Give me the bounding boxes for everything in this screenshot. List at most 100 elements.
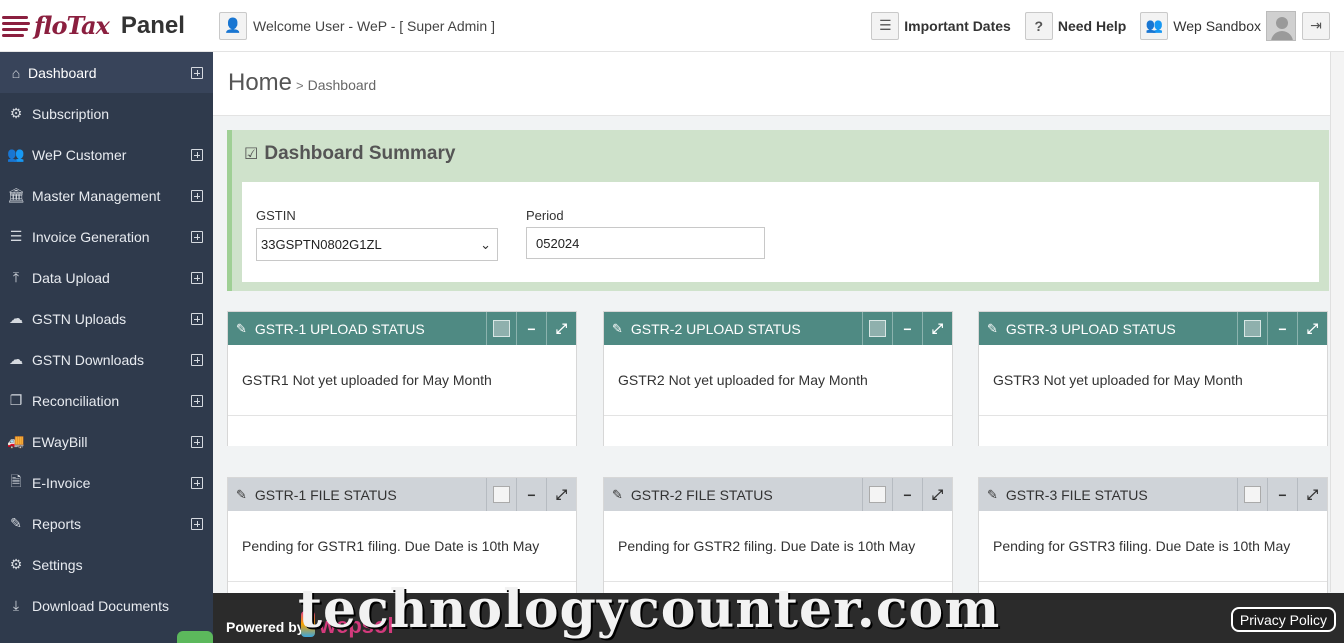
color-square-icon (1244, 320, 1261, 337)
card-title: GSTR-2 FILE STATUS (630, 486, 773, 503)
expand-plus-icon[interactable] (191, 271, 203, 284)
fullscreen-button[interactable]: ⤢ (1297, 312, 1327, 345)
collapse-button[interactable]: − (892, 312, 922, 345)
expand-plus-icon[interactable] (191, 517, 203, 530)
card-header: ✎ GSTR-3 UPLOAD STATUS − ⤢ (979, 312, 1327, 345)
fullscreen-button[interactable]: ⤢ (922, 312, 952, 345)
card-tools: − ⤢ (862, 478, 952, 511)
user-icon[interactable]: 👤 (219, 11, 247, 40)
sidebar-item-label: Reconciliation (32, 392, 120, 409)
sidebar-item-master-management[interactable]: 🏛 Master Management (0, 175, 213, 216)
sidebar-item-settings[interactable]: ⚙ Settings (0, 544, 213, 585)
sidebar-item-label: Invoice Generation (32, 228, 150, 245)
sidebar-item-invoice-generation[interactable]: ☰ Invoice Generation (0, 216, 213, 257)
expand-plus-icon[interactable] (191, 312, 203, 325)
chat-bubble-icon[interactable] (177, 631, 213, 643)
download-icon: ⤓ (12, 597, 20, 613)
expand-plus-icon[interactable] (191, 148, 203, 161)
fullscreen-button[interactable]: ⤢ (546, 478, 576, 511)
vertical-scrollbar[interactable] (1330, 52, 1344, 592)
sidebar-item-download-documents[interactable]: ⤓ Download Documents (0, 585, 213, 626)
important-dates-link[interactable]: ☰ Important Dates (871, 11, 1011, 40)
brand-logo[interactable]: floTax Panel (0, 0, 213, 52)
watermark-text: technologycounter.com (298, 579, 1001, 640)
sidebar-item-subscription[interactable]: ⚙ Subscription (0, 93, 213, 134)
color-square-icon (1244, 486, 1261, 503)
collapse-button[interactable]: − (1267, 312, 1297, 345)
fullscreen-button[interactable]: ⤢ (1297, 478, 1327, 511)
card-header: ✎ GSTR-1 FILE STATUS − ⤢ (228, 478, 576, 511)
avatar[interactable] (1266, 10, 1296, 41)
expand-icon: ⤢ (931, 486, 944, 502)
collapse-button[interactable]: − (1267, 478, 1297, 511)
card-tools: − ⤢ (486, 478, 576, 511)
account-menu[interactable]: 👥 Wep Sandbox (1140, 10, 1296, 41)
sidebar-item-e-invoice[interactable]: 🗎 E-Invoice (0, 462, 213, 503)
collapse-button[interactable]: − (892, 478, 922, 511)
upload-icon: ⤒ (12, 269, 20, 285)
sidebar-item-gstn-uploads[interactable]: ☁ GSTN Uploads (0, 298, 213, 339)
clone-icon: ❐ (9, 392, 23, 408)
period-input[interactable]: 052024 (526, 227, 765, 259)
logo-panel-label: Panel (120, 11, 185, 39)
color-toggle-button[interactable] (486, 312, 516, 345)
fullscreen-button[interactable]: ⤢ (922, 478, 952, 511)
sidebar-item-gstn-downloads[interactable]: ☁ GSTN Downloads (0, 339, 213, 380)
sidebar-item-label: GSTN Downloads (32, 351, 145, 368)
sidebar-item-wep-customer[interactable]: 👥 WeP Customer (0, 134, 213, 175)
color-toggle-button[interactable] (1237, 478, 1267, 511)
welcome-text: Welcome User - WeP - [ Super Admin ] (253, 17, 495, 34)
gstr-1-upload-status-card: ✎ GSTR-1 UPLOAD STATUS − ⤢ GSTR1 Not yet upl… (227, 311, 577, 446)
logo-stripes-icon (2, 13, 32, 39)
account-name: Wep Sandbox (1173, 17, 1261, 34)
color-toggle-button[interactable] (1237, 312, 1267, 345)
check-square-icon: ☑ (244, 146, 259, 163)
logo-name: floTax (34, 11, 110, 40)
fullscreen-button[interactable]: ⤢ (546, 312, 576, 345)
sidebar-item-dashboard[interactable]: ⌂ Dashboard (0, 52, 213, 93)
privacy-policy-label: Privacy Policy (1239, 611, 1327, 628)
expand-plus-icon[interactable] (191, 353, 203, 366)
sidebar-item-ewaybill[interactable]: 🚚 EWayBill (0, 421, 213, 462)
card-body: Pending for GSTR2 filing. Due Date is 10… (618, 538, 916, 554)
expand-plus-icon[interactable] (191, 394, 203, 407)
gstr-3-upload-status-card: ✎ GSTR-3 UPLOAD STATUS − ⤢ GSTR3 Not yet upl… (978, 311, 1328, 446)
need-help-link[interactable]: ? Need Help (1024, 11, 1126, 40)
expand-plus-icon[interactable] (191, 66, 203, 79)
sidebar-item-reconciliation[interactable]: ❐ Reconciliation (0, 380, 213, 421)
privacy-policy-button[interactable]: Privacy Policy (1230, 607, 1336, 632)
logout-icon[interactable]: ⇥ (1302, 11, 1330, 40)
sidebar-item-label: Download Documents (32, 597, 169, 614)
sidebar-item-data-upload[interactable]: ⤒ Data Upload (0, 257, 213, 298)
cloud-download-icon: ☁ (9, 351, 23, 367)
color-toggle-button[interactable] (862, 312, 892, 345)
color-toggle-button[interactable] (486, 478, 516, 511)
card-tools: − ⤢ (1237, 478, 1327, 511)
collapse-button[interactable]: − (516, 312, 546, 345)
color-toggle-button[interactable] (862, 478, 892, 511)
users-icon: 👥 (7, 146, 25, 162)
color-square-icon (869, 486, 886, 503)
edit-icon: ✎ (987, 486, 998, 502)
card-title: GSTR-3 FILE STATUS (1005, 486, 1148, 503)
page-title: Home (228, 69, 293, 96)
expand-plus-icon[interactable] (191, 476, 203, 489)
minus-icon: − (1278, 486, 1287, 503)
color-square-icon (493, 486, 510, 503)
collapse-button[interactable]: − (516, 478, 546, 511)
sidebar-item-reports[interactable]: ✎ Reports (0, 503, 213, 544)
summary-form: GSTIN 33GSPTN0802G1ZL ⌄ Period 052024 (242, 182, 1319, 282)
expand-plus-icon[interactable] (191, 435, 203, 448)
sidebar-item-label: Master Management (32, 187, 161, 204)
card-body: Pending for GSTR1 filing. Due Date is 10… (242, 538, 540, 554)
card-body: Pending for GSTR3 filing. Due Date is 10… (993, 538, 1291, 554)
minus-icon: − (527, 320, 536, 337)
main-content: Home > Dashboard ☑ Dashboard Summary GST… (213, 53, 1344, 612)
expand-plus-icon[interactable] (191, 230, 203, 243)
card-header: ✎ GSTR-2 UPLOAD STATUS − ⤢ (604, 312, 952, 345)
gstin-select[interactable]: 33GSPTN0802G1ZL ⌄ (256, 228, 498, 261)
minus-icon: − (1278, 320, 1287, 337)
chevron-down-icon: ⌄ (480, 237, 491, 252)
sidebar-nav: ⌂ Dashboard ⚙ Subscription 👥 WeP Customer 🏛 Mas… (0, 52, 213, 626)
expand-plus-icon[interactable] (191, 189, 203, 202)
